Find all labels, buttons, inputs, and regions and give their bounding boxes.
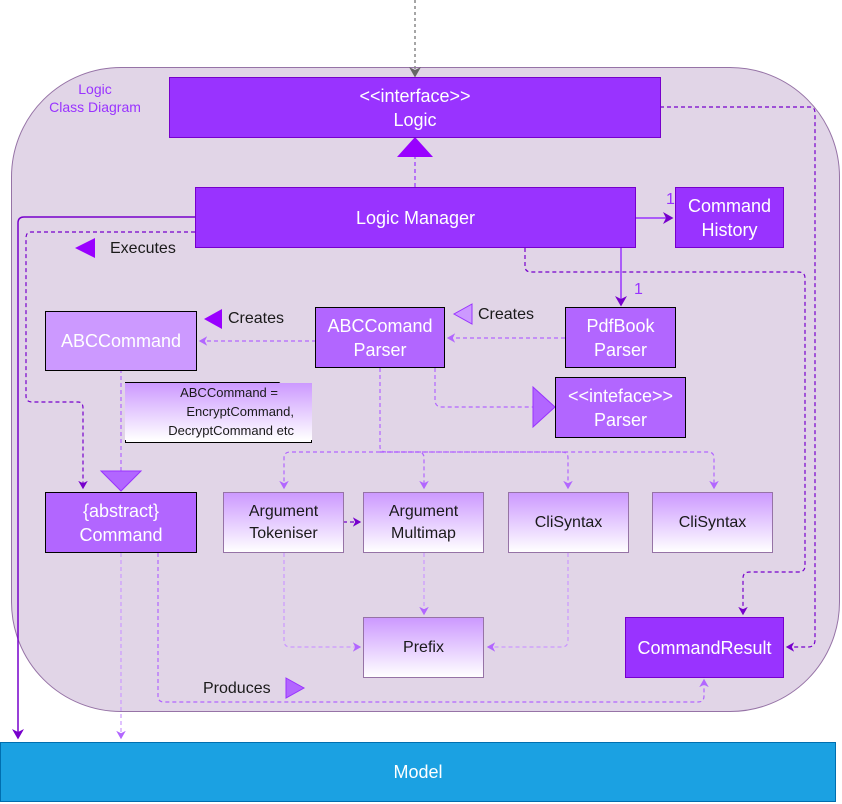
parser-realization-arrowhead <box>532 385 556 429</box>
logic-manager-name: Logic Manager <box>355 207 476 228</box>
edge-parser-to-clisyntax <box>380 451 573 490</box>
command-result-name: CommandResult <box>637 637 772 658</box>
argument-tokeniser-line2: Tokeniser <box>249 524 318 542</box>
argument-multimap-line2: Multimap <box>391 524 456 542</box>
abc-command-parser-line1: ABCComand <box>327 315 433 336</box>
executes-direction-icon <box>75 238 95 258</box>
edge-tokeniser-to-prefix <box>283 553 362 652</box>
note-line2: EncryptCommand, <box>186 404 294 419</box>
abc-command-note: ABCCommand = EncryptCommand, DecryptComm… <box>125 382 312 443</box>
logic-interface-box[interactable]: <<interface>> Logic <box>169 77 661 138</box>
parser-interface-name: Parser <box>593 409 647 430</box>
model-box[interactable]: Model <box>0 742 836 802</box>
argument-tokeniser-line1: Argument <box>248 502 319 520</box>
abc-command-parser-box[interactable]: ABCComand Parser <box>315 307 445 368</box>
command-result-box[interactable]: CommandResult <box>625 617 784 678</box>
logic-manager-box[interactable]: Logic Manager <box>195 187 636 248</box>
pdfbook-parser-line1: PdfBook <box>586 315 655 336</box>
abstract-command-stereotype: {abstract} <box>82 500 160 521</box>
cli-syntax-box-2[interactable]: CliSyntax <box>652 492 773 553</box>
note-line1: ABCCommand = <box>180 385 278 400</box>
command-history-line1: Command <box>687 195 772 216</box>
edge-parser-to-multimap <box>380 451 429 490</box>
command-history-line2: History <box>701 219 758 240</box>
edge-clisyntax-to-prefix <box>486 553 569 652</box>
creates-label-1: Creates <box>228 310 285 327</box>
abc-command-name: ABCCommand <box>60 331 182 351</box>
command-history-box[interactable]: Command History <box>675 187 784 248</box>
model-name: Model <box>393 762 443 782</box>
argument-tokeniser-box[interactable]: Argument Tokeniser <box>223 492 344 553</box>
creates-direction-icon-1 <box>204 309 222 329</box>
abstract-command-box[interactable]: {abstract} Command <box>45 492 197 553</box>
argument-multimap-line1: Argument <box>388 502 459 520</box>
produces-direction-icon <box>285 677 306 699</box>
abstract-command-name: Command <box>79 524 163 545</box>
parser-multiplicity: 1 <box>634 281 643 298</box>
pdfbook-parser-box[interactable]: PdfBook Parser <box>565 307 676 368</box>
parser-interface-box[interactable]: <<inteface>> Parser <box>555 377 686 438</box>
history-multiplicity: 1 <box>666 191 675 208</box>
prefix-name: Prefix <box>403 638 444 656</box>
cli-syntax-1-name: CliSyntax <box>534 513 603 531</box>
edge-manager-to-model <box>12 216 195 740</box>
creates-label-2: Creates <box>478 306 535 323</box>
logic-interface-name: Logic <box>393 109 437 130</box>
edge-parser-realizes-interface <box>434 368 533 408</box>
parser-interface-stereotype: <<inteface>> <box>567 385 674 406</box>
edge-parser-to-tokeniser <box>279 451 380 490</box>
realization-arrowhead <box>397 137 433 157</box>
abc-command-box[interactable]: ABCCommand <box>45 311 197 371</box>
logic-interface-stereotype: <<interface>> <box>359 85 471 106</box>
inheritance-arrowhead <box>99 470 143 492</box>
produces-label: Produces <box>203 680 271 697</box>
prefix-box[interactable]: Prefix <box>363 617 484 678</box>
cli-syntax-2-name: CliSyntax <box>678 513 747 531</box>
note-line3: DecryptCommand etc <box>168 423 294 438</box>
pdfbook-parser-line2: Parser <box>593 339 647 360</box>
abc-command-parser-line2: Parser <box>353 339 407 360</box>
creates-direction-icon-2 <box>452 303 473 325</box>
cli-syntax-box-1[interactable]: CliSyntax <box>508 492 629 553</box>
executes-label: Executes <box>110 240 176 257</box>
argument-multimap-box[interactable]: Argument Multimap <box>363 492 484 553</box>
